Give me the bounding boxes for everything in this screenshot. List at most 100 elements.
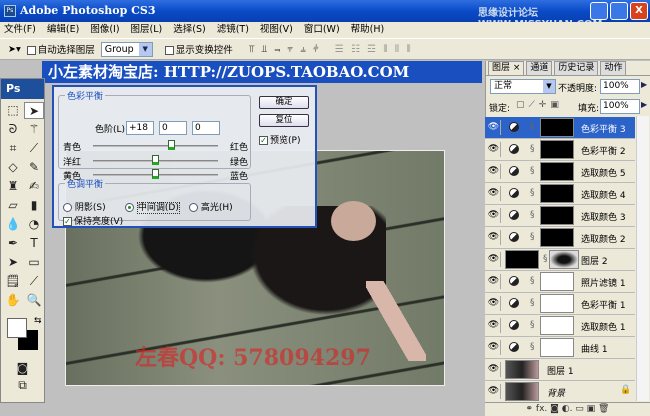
hand-tool-icon[interactable]: ✋ [3, 292, 23, 309]
opacity-arrow-icon[interactable]: ▶ [641, 80, 647, 89]
link-icon[interactable]: § [530, 188, 535, 198]
highlights-radio[interactable]: 高光(H) [189, 200, 233, 213]
fill-arrow-icon[interactable]: ▶ [641, 100, 647, 109]
link-icon[interactable]: § [530, 210, 535, 220]
layer-thumbnail[interactable] [505, 360, 539, 379]
layer-row[interactable]: 👁 § 曲线 1 [485, 337, 635, 359]
layer-thumbnail[interactable] [505, 382, 539, 401]
align-icons[interactable]: ⫪ ⫫ ⫬ ⫧ ⫨ ⫩ [249, 44, 321, 55]
type-tool-icon[interactable]: T [24, 235, 44, 252]
blend-mode-dropdown[interactable]: 正常 ▼ [490, 79, 556, 94]
layer-mask-thumbnail[interactable] [540, 184, 574, 203]
lock-icons[interactable]: ▢⟋✛▣ [516, 100, 563, 110]
stamp-tool-icon[interactable]: ♜ [3, 178, 23, 195]
distribute-icons[interactable]: ☰ ☷ ☲ ⦀ ⦀ ⦀ [335, 44, 413, 55]
eye-icon[interactable]: 👁 [487, 274, 501, 289]
quick-mask-icon[interactable]: ◙ [13, 360, 33, 377]
menu-image[interactable]: 图像(I) [90, 22, 119, 38]
eye-icon[interactable]: 👁 [487, 340, 501, 355]
eye-icon[interactable]: 👁 [487, 296, 501, 311]
history-brush-icon[interactable]: ✍ [24, 178, 44, 195]
zoom-tool-icon[interactable]: 🔍 [24, 292, 44, 309]
eyedropper-icon[interactable]: ⟋ [24, 273, 44, 290]
tab-layers[interactable]: 图层 × [488, 61, 525, 75]
level-magenta-green-input[interactable]: 0 [159, 121, 187, 135]
link-icon[interactable]: § [530, 166, 535, 176]
layer-mask-thumbnail[interactable] [540, 294, 574, 313]
layer-mask-thumbnail[interactable] [540, 118, 574, 137]
layer-row[interactable]: 👁 § 图层 2 [485, 249, 635, 271]
opacity-input[interactable]: 100% [600, 79, 640, 94]
screen-mode-icon[interactable]: ⧉ [13, 377, 33, 394]
layer-row[interactable]: 👁 § 选取颜色 4 [485, 183, 635, 205]
brush-tool-icon[interactable]: ✎ [24, 159, 44, 176]
close-button[interactable]: X [630, 2, 648, 20]
layer-mask-thumbnail[interactable] [540, 272, 574, 291]
layer-row[interactable]: 👁 § 色彩平衡 1 [485, 293, 635, 315]
layer-row[interactable]: 👁 背景 🔒 [485, 381, 635, 403]
eraser-tool-icon[interactable]: ▱ [3, 197, 23, 214]
move-tool-preset-icon[interactable]: ➤▾ [8, 44, 21, 55]
link-icon[interactable]: § [530, 298, 535, 308]
eye-icon[interactable]: 👁 [487, 362, 501, 377]
magenta-green-slider[interactable]: 洋红 绿色 [63, 154, 248, 168]
layer-row[interactable]: 👁 § 选取颜色 2 [485, 227, 635, 249]
eye-icon[interactable]: 👁 [487, 120, 501, 135]
cyan-red-slider[interactable]: 青色 红色 [63, 139, 248, 153]
fill-input[interactable]: 100% [600, 99, 640, 114]
link-icon[interactable]: § [543, 254, 548, 264]
menu-file[interactable]: 文件(F) [4, 22, 36, 38]
magic-wand-icon[interactable]: ⚚ [24, 121, 44, 138]
layer-mask-thumbnail[interactable] [540, 338, 574, 357]
healing-brush-icon[interactable]: ◇ [3, 159, 23, 176]
link-icon[interactable]: § [530, 144, 535, 154]
menu-window[interactable]: 窗口(W) [304, 22, 340, 38]
dodge-tool-icon[interactable]: ◔ [24, 216, 44, 233]
lasso-tool-icon[interactable]: ᘐ [3, 121, 23, 138]
menu-edit[interactable]: 编辑(E) [47, 22, 79, 38]
gradient-tool-icon[interactable]: ▮ [24, 197, 44, 214]
notes-tool-icon[interactable]: 🗒 [3, 273, 23, 290]
eye-icon[interactable]: 👁 [487, 318, 501, 333]
level-cyan-red-input[interactable]: +18 [126, 121, 154, 135]
eye-icon[interactable]: 👁 [487, 208, 501, 223]
reset-button[interactable]: 复位 [259, 114, 309, 127]
path-select-icon[interactable]: ➤ [3, 254, 23, 271]
tab-channels[interactable]: 通道 [526, 61, 553, 75]
menu-select[interactable]: 选择(S) [173, 22, 205, 38]
link-icon[interactable]: § [530, 122, 535, 132]
auto-select-checkbox[interactable]: 自动选择图层 [26, 42, 95, 56]
eye-icon[interactable]: 👁 [487, 384, 501, 399]
show-transform-checkbox[interactable]: 显示变换控件 [164, 42, 233, 56]
layers-scrollbar[interactable] [636, 116, 649, 401]
layer-row[interactable]: 👁 § 选取颜色 5 [485, 161, 635, 183]
layer-mask-thumbnail[interactable] [549, 250, 579, 269]
foreground-color-swatch[interactable] [7, 318, 27, 338]
layer-mask-thumbnail[interactable] [540, 316, 574, 335]
preserve-luminosity-checkbox[interactable]: ✓ 保持亮度(V) [63, 214, 123, 227]
layer-thumbnail[interactable] [505, 250, 539, 269]
layer-mask-thumbnail[interactable] [540, 140, 574, 159]
layer-row[interactable]: 👁 § 选取颜色 3 [485, 205, 635, 227]
layer-row[interactable]: 👁 图层 1 [485, 359, 635, 381]
layer-row[interactable]: 👁 § 色彩平衡 3 [485, 117, 635, 139]
link-icon[interactable]: § [530, 342, 535, 352]
move-tool-icon[interactable]: ➤ [24, 102, 44, 119]
layer-row[interactable]: 👁 § 选取颜色 1 [485, 315, 635, 337]
eye-icon[interactable]: 👁 [487, 252, 501, 267]
slice-tool-icon[interactable]: ⟋ [24, 140, 44, 157]
layer-row[interactable]: 👁 § 照片滤镜 1 [485, 271, 635, 293]
layer-mask-thumbnail[interactable] [540, 206, 574, 225]
menu-layer[interactable]: 图层(L) [131, 22, 163, 38]
minimize-button[interactable] [590, 2, 608, 20]
tab-history[interactable]: 历史记录 [554, 61, 599, 75]
menu-filter[interactable]: 滤镜(T) [217, 22, 249, 38]
eye-icon[interactable]: 👁 [487, 142, 501, 157]
menu-help[interactable]: 帮助(H) [351, 22, 385, 38]
auto-select-dropdown[interactable]: Group ▼ [100, 41, 153, 57]
shape-tool-icon[interactable]: ▭ [24, 254, 44, 271]
slider-thumb[interactable] [168, 140, 175, 150]
menu-view[interactable]: 视图(V) [260, 22, 293, 38]
ok-button[interactable]: 确定 [259, 96, 309, 109]
layer-mask-thumbnail[interactable] [540, 162, 574, 181]
